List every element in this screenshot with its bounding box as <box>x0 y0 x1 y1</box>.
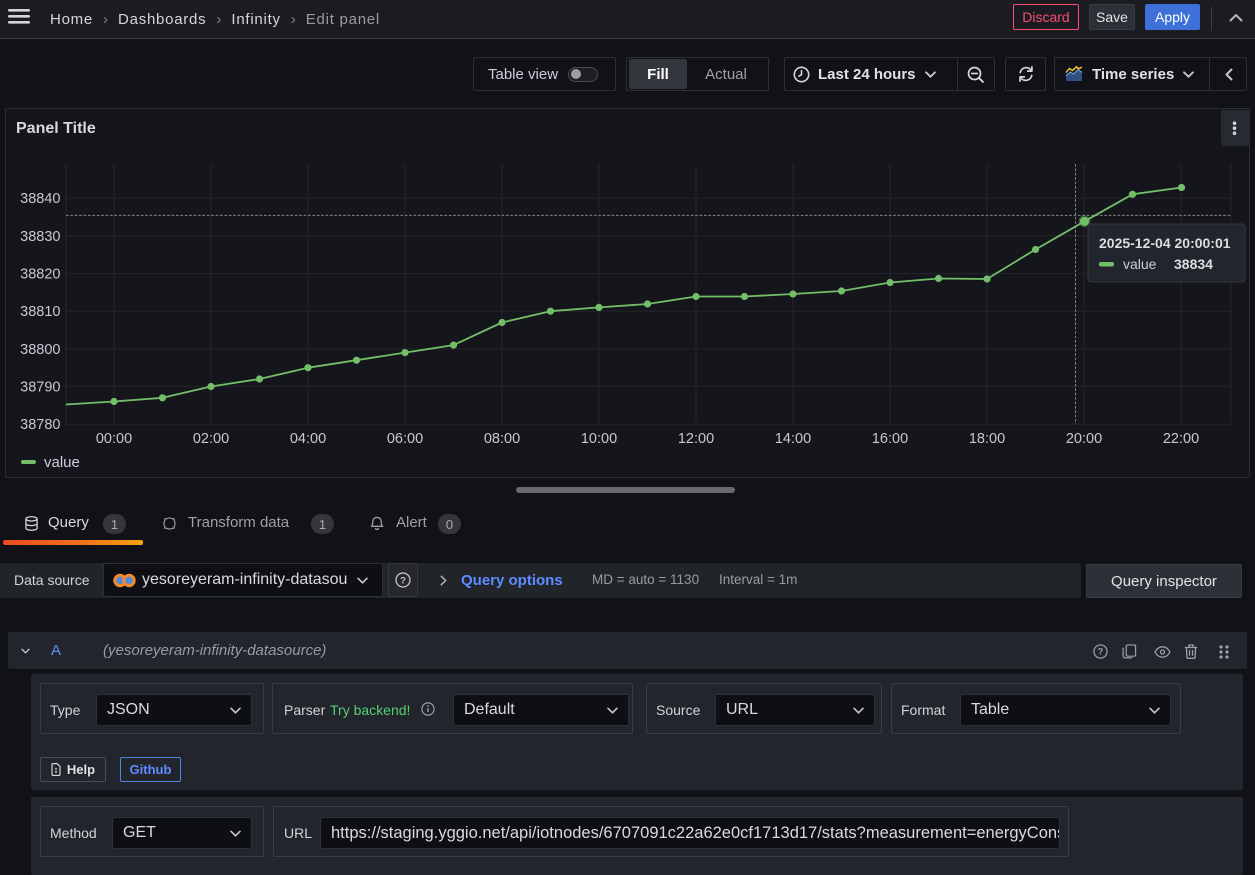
svg-text:value: value <box>1123 256 1157 272</box>
svg-text:06:00: 06:00 <box>387 431 423 447</box>
svg-text:04:00: 04:00 <box>290 431 326 447</box>
svg-text:38834: 38834 <box>1174 256 1213 272</box>
svg-text:12:00: 12:00 <box>678 431 714 447</box>
svg-text:20:00: 20:00 <box>1066 431 1102 447</box>
svg-text:08:00: 08:00 <box>484 431 520 447</box>
svg-text:38820: 38820 <box>20 267 60 283</box>
svg-text:00:00: 00:00 <box>96 431 132 447</box>
svg-text:10:00: 10:00 <box>581 431 617 447</box>
svg-text:38830: 38830 <box>20 229 60 245</box>
svg-text:?: ? <box>400 575 406 586</box>
svg-text:?: ? <box>1098 647 1103 657</box>
svg-text:22:00: 22:00 <box>1163 431 1199 447</box>
svg-text:38800: 38800 <box>20 342 60 358</box>
svg-text:14:00: 14:00 <box>775 431 811 447</box>
svg-text:18:00: 18:00 <box>969 431 1005 447</box>
svg-text:38810: 38810 <box>20 304 60 320</box>
svg-text:16:00: 16:00 <box>872 431 908 447</box>
svg-text:02:00: 02:00 <box>193 431 229 447</box>
svg-text:38780: 38780 <box>20 417 60 433</box>
svg-text:2025-12-04 20:00:01: 2025-12-04 20:00:01 <box>1099 235 1231 251</box>
svg-text:38790: 38790 <box>20 380 60 396</box>
svg-text:38840: 38840 <box>20 191 60 207</box>
